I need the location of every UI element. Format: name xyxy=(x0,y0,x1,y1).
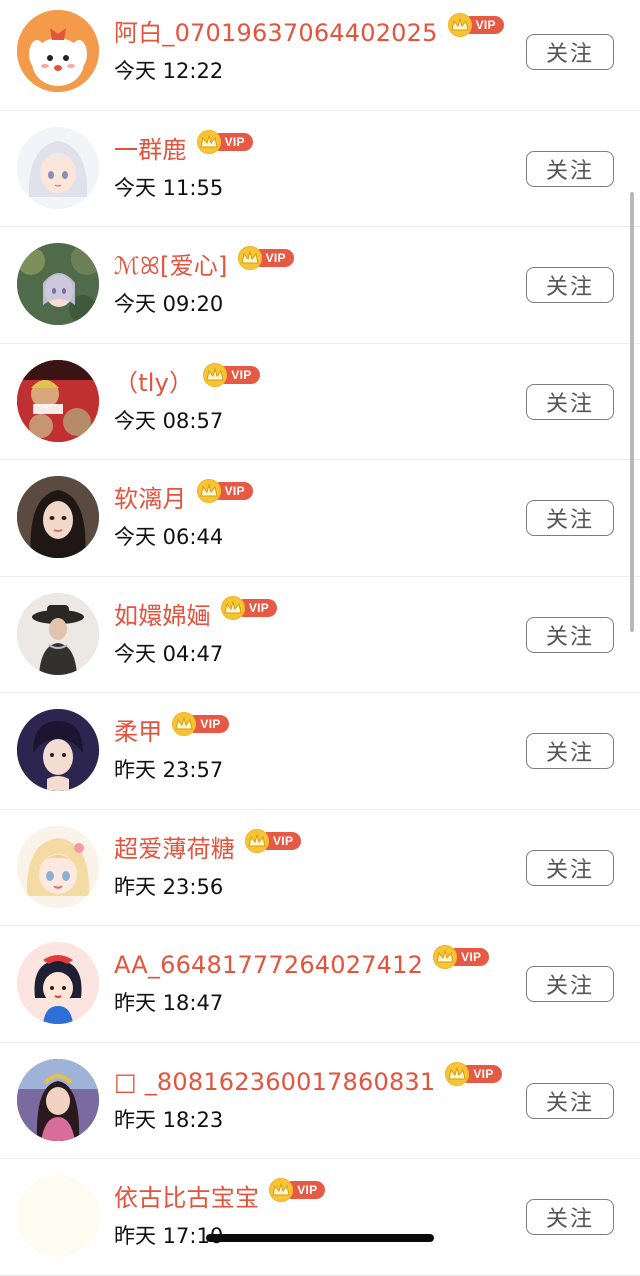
user-name[interactable]: 阿白_07019637064402025 xyxy=(114,14,438,52)
user-name[interactable]: （tly） xyxy=(114,364,193,402)
follow-time: 今天 12:22 xyxy=(114,59,224,83)
follow-time: 今天 06:44 xyxy=(114,525,224,549)
vip-badge: VIP xyxy=(447,13,504,37)
follow-button[interactable]: 关注 xyxy=(526,1082,614,1119)
avatar[interactable] xyxy=(17,126,99,209)
crown-icon xyxy=(245,828,269,853)
follow-time: 今天 11:55 xyxy=(114,175,224,200)
crown-icon xyxy=(447,13,472,37)
user-name[interactable]: 一群鹿 xyxy=(114,131,187,169)
follow-button[interactable]: 关注 xyxy=(526,267,614,303)
crown-icon xyxy=(220,595,245,620)
crown-icon xyxy=(196,129,221,154)
follow-button[interactable]: 关注 xyxy=(526,34,614,70)
follow-button[interactable]: 关注 xyxy=(526,966,614,1002)
crown-icon xyxy=(445,1061,470,1086)
user-name[interactable]: 软漓月 xyxy=(114,480,187,518)
user-name[interactable]: ℳꕤ[爱心] xyxy=(114,247,228,285)
avatar[interactable] xyxy=(17,10,99,92)
follow-button[interactable]: 关注 xyxy=(526,150,614,187)
crown-icon xyxy=(433,945,458,969)
vip-badge: VIP xyxy=(172,712,229,736)
vip-badge: VIP xyxy=(196,479,253,503)
follow-time: 昨天 18:47 xyxy=(114,991,224,1015)
list-item[interactable]: 阿白_07019637064402025 VIP 今天 12:22 关注 xyxy=(0,0,640,111)
vip-badge: VIP xyxy=(220,595,278,620)
follow-button[interactable]: 关注 xyxy=(526,500,614,536)
avatar[interactable] xyxy=(17,476,99,558)
user-name[interactable]: AA_66481777264027412 xyxy=(114,946,423,984)
home-indicator[interactable] xyxy=(206,1234,434,1242)
game-character-icon xyxy=(17,1058,99,1141)
avatar[interactable] xyxy=(17,709,99,791)
scrollbar[interactable] xyxy=(630,192,634,632)
cartoon-dog-icon xyxy=(17,10,99,92)
list-item[interactable]: 如嬛婂婳 VIP 今天 04:47 关注 xyxy=(0,577,640,693)
avatar[interactable] xyxy=(17,1058,99,1141)
list-item[interactable]: 依古比古宝宝 VIP 昨天 17:10 关注 xyxy=(0,1159,640,1276)
list-item[interactable]: □ _808162360017860831 VIP 昨天 18:23 关注 xyxy=(0,1043,640,1159)
crown-icon xyxy=(196,479,221,503)
crown-icon xyxy=(203,362,228,387)
vip-badge: VIP xyxy=(245,828,302,853)
portrait-icon xyxy=(17,592,99,675)
vip-badge: VIP xyxy=(269,1178,326,1202)
list-item[interactable]: 柔甲 VIP 昨天 23:57 关注 xyxy=(0,693,640,810)
vip-badge: VIP xyxy=(433,945,490,969)
follow-button[interactable]: 关注 xyxy=(526,383,614,420)
list-item[interactable]: AA_66481777264027412 VIP 昨天 18:47 关注 xyxy=(0,926,640,1043)
photo-icon xyxy=(17,359,99,442)
avatar[interactable] xyxy=(17,359,99,442)
vip-badge: VIP xyxy=(445,1061,502,1086)
user-name[interactable]: 依古比古宝宝 xyxy=(114,1179,259,1217)
vip-badge: VIP xyxy=(196,129,253,154)
avatar[interactable] xyxy=(17,1175,99,1257)
follow-time: 昨天 23:57 xyxy=(114,758,224,782)
vip-badge: VIP xyxy=(237,246,294,270)
avatar[interactable] xyxy=(17,243,99,325)
follow-time: 今天 09:20 xyxy=(114,292,224,316)
crown-icon xyxy=(237,246,262,270)
list-item[interactable]: 超爱薄荷糖 VIP 昨天 23:56 关注 xyxy=(0,810,640,926)
avatar[interactable] xyxy=(17,825,99,908)
anime-girl-icon xyxy=(17,825,99,908)
follow-button[interactable]: 关注 xyxy=(526,616,614,653)
list-item[interactable]: 一群鹿 VIP 今天 11:55 关注 xyxy=(0,111,640,227)
list-item[interactable]: （tly） VIP 今天 08:57 关注 xyxy=(0,344,640,460)
follow-button[interactable]: 关注 xyxy=(526,849,614,886)
follow-time: 昨天 18:23 xyxy=(114,1107,224,1132)
list-item[interactable]: ℳꕤ[爱心] VIP 今天 09:20 关注 xyxy=(0,227,640,344)
vip-badge: VIP xyxy=(203,362,260,387)
anime-girl-icon xyxy=(17,126,99,209)
avatar[interactable] xyxy=(17,592,99,675)
follow-time: 今天 08:57 xyxy=(114,408,224,433)
list-item[interactable]: 软漓月 VIP 今天 06:44 关注 xyxy=(0,460,640,577)
user-name[interactable]: 柔甲 xyxy=(114,713,162,751)
follow-button[interactable]: 关注 xyxy=(526,733,614,769)
follow-time: 今天 04:47 xyxy=(114,641,224,666)
portrait-icon xyxy=(17,476,99,558)
user-name[interactable]: 如嬛婂婳 xyxy=(114,597,211,635)
user-name[interactable]: □ _808162360017860831 xyxy=(114,1063,435,1101)
anime-forest-icon xyxy=(17,243,99,325)
follow-time: 昨天 23:56 xyxy=(114,874,224,899)
portrait-icon xyxy=(17,709,99,791)
avatar[interactable] xyxy=(17,942,99,1024)
avatar-placeholder-icon xyxy=(17,1175,99,1257)
user-name[interactable]: 超爱薄荷糖 xyxy=(114,830,235,868)
follower-list: 阿白_07019637064402025 VIP 今天 12:22 关注 一群鹿… xyxy=(0,0,640,1276)
snow-white-icon xyxy=(17,942,99,1024)
follow-button[interactable]: 关注 xyxy=(526,1199,614,1235)
